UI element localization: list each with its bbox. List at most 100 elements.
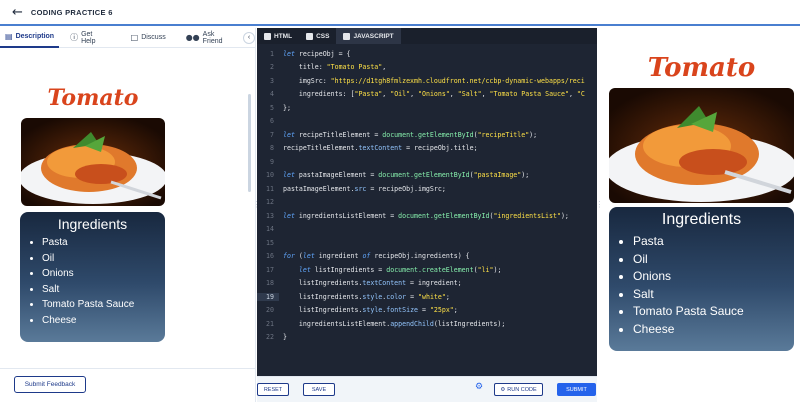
code-text[interactable]: let pastaImageElement = document.getElem… bbox=[279, 171, 529, 179]
code-line[interactable]: 11 pastaImageElement.src = recipeObj.imgS… bbox=[257, 182, 597, 196]
code-line[interactable]: 10 let pastaImageElement = document.getEl… bbox=[257, 169, 597, 183]
code-text[interactable]: listIngredients.style.color = "white"; bbox=[279, 293, 450, 301]
chat-icon: □ bbox=[130, 33, 139, 42]
recipe-title: Tomato Pasta bbox=[647, 53, 756, 115]
line-number: 21 bbox=[266, 319, 274, 328]
code-line[interactable]: 12 bbox=[257, 196, 597, 210]
tab-ask-friend[interactable]: ●● Ask Friend bbox=[181, 28, 241, 48]
code-text[interactable]: let recipeObj = { bbox=[279, 50, 351, 58]
line-number: 19 bbox=[257, 292, 279, 301]
code-line[interactable]: 13 let ingredientsListElement = document.… bbox=[257, 209, 597, 223]
collapse-left-panel-icon[interactable]: ‹ bbox=[243, 31, 256, 44]
code-line[interactable]: 5}; bbox=[257, 101, 597, 115]
code-line[interactable]: 7 let recipeTitleElement = document.getEl… bbox=[257, 128, 597, 142]
code-text[interactable]: } bbox=[279, 333, 287, 341]
preview-small: Tomato Pasta Ingredients Pasta Oil Onion… bbox=[20, 56, 166, 342]
code-line[interactable]: 18 listIngredients.textContent = ingredi… bbox=[257, 277, 597, 291]
list-item: Pasta bbox=[633, 233, 784, 251]
code-area[interactable]: 1 let recipeObj = {2 title: "Tomato Pasta… bbox=[257, 44, 597, 376]
line-number: 6 bbox=[270, 117, 274, 126]
line-number: 4 bbox=[270, 90, 274, 99]
tab-get-help[interactable]: ⓘ Get Help bbox=[65, 28, 114, 48]
code-line[interactable]: 8 recipeTitleElement.textContent = recipe… bbox=[257, 142, 597, 156]
code-text[interactable]: pastaImageElement.src = recipeObj.imgSrc… bbox=[279, 185, 446, 193]
code-line[interactable]: 4 ingredients: ["Pasta", "Oil", "Onions"… bbox=[257, 88, 597, 102]
code-text[interactable]: listIngredients.style.fontSize = "25px"; bbox=[279, 306, 458, 314]
save-button[interactable]: SAVE bbox=[303, 383, 335, 396]
code-line[interactable]: 15 bbox=[257, 236, 597, 250]
code-text[interactable]: recipeTitleElement.textContent = recipeO… bbox=[279, 144, 478, 152]
ingredients-heading: Ingredients bbox=[661, 211, 742, 228]
ingredients-card: Ingredients Pasta Oil Onions Salt Tomato… bbox=[20, 212, 165, 342]
code-editor[interactable]: HTML CSS JAVASCRIPT 1 let recipeObj = {2 … bbox=[257, 28, 597, 376]
submit-feedback-button[interactable]: Submit Feedback bbox=[14, 376, 86, 393]
code-line[interactable]: 16 for (let ingredient of recipeObj.ingre… bbox=[257, 250, 597, 264]
preview-large: Tomato Pasta Ingredients Pasta Oil Onion… bbox=[609, 52, 794, 351]
code-text[interactable]: title: "Tomato Pasta", bbox=[279, 63, 386, 71]
code-line[interactable]: 3 imgSrc: "https://d1tgh8fmlzexmh.cloudf… bbox=[257, 74, 597, 88]
code-line[interactable]: 22} bbox=[257, 331, 597, 345]
list-item: Cheese bbox=[42, 313, 157, 329]
code-line[interactable]: 14 bbox=[257, 223, 597, 237]
line-number: 7 bbox=[270, 130, 274, 139]
tab-label: Get Help bbox=[81, 30, 96, 45]
code-text[interactable]: ingredientsListElement.appendChild(listI… bbox=[279, 320, 505, 328]
line-number: 3 bbox=[270, 76, 274, 85]
tab-label: HTML bbox=[274, 32, 293, 40]
list-item: Oil bbox=[633, 251, 784, 269]
code-text[interactable]: }; bbox=[279, 104, 291, 112]
run-code-button[interactable]: ⚙ RUN CODE bbox=[494, 383, 543, 396]
tab-label: JAVASCRIPT bbox=[353, 32, 394, 40]
line-number: 8 bbox=[270, 144, 274, 153]
code-text[interactable]: let listIngredients = document.createEle… bbox=[279, 266, 502, 274]
tab-css[interactable]: CSS bbox=[299, 28, 336, 44]
code-line[interactable]: 2 title: "Tomato Pasta", bbox=[257, 61, 597, 75]
left-scrollbar[interactable] bbox=[248, 94, 251, 192]
line-number: 18 bbox=[266, 279, 274, 288]
recipe-title: Tomato Pasta bbox=[47, 85, 139, 143]
code-line[interactable]: 1 let recipeObj = { bbox=[257, 47, 597, 61]
tab-label: Description bbox=[15, 33, 55, 40]
help-circle-icon: ⓘ bbox=[70, 33, 79, 42]
submit-button[interactable]: SUBMIT bbox=[557, 383, 596, 396]
ingredients-list: Pasta Oil Onions Salt Tomato Pasta Sauce… bbox=[619, 233, 784, 338]
code-text[interactable]: listIngredients.textContent = ingredient… bbox=[279, 279, 462, 287]
line-number: 2 bbox=[270, 63, 274, 72]
code-line[interactable]: 20 listIngredients.style.fontSize = "25p… bbox=[257, 304, 597, 318]
line-number: 10 bbox=[266, 171, 274, 180]
gear-icon[interactable]: ⚙ bbox=[475, 382, 483, 392]
line-number: 11 bbox=[266, 184, 274, 193]
code-line[interactable]: 17 let listIngredients = document.create… bbox=[257, 263, 597, 277]
page-title: CODING PRACTICE 6 bbox=[30, 7, 113, 17]
top-bar: ← CODING PRACTICE 6 bbox=[0, 0, 800, 26]
editor-tabs: HTML CSS JAVASCRIPT bbox=[257, 28, 597, 44]
ingredients-heading: Ingredients bbox=[57, 216, 128, 232]
tab-label: CSS bbox=[316, 32, 330, 40]
run-code-label: RUN CODE bbox=[507, 386, 537, 393]
tab-discuss[interactable]: □ Discuss bbox=[126, 28, 171, 48]
list-item: Cheese bbox=[633, 321, 784, 339]
css3-icon bbox=[306, 32, 314, 40]
tab-description[interactable]: ▤ Description bbox=[0, 28, 60, 48]
code-line[interactable]: 21 ingredientsListElement.appendChild(li… bbox=[257, 317, 597, 331]
line-number: 13 bbox=[266, 211, 274, 220]
code-text[interactable]: let recipeTitleElement = document.getEle… bbox=[279, 131, 537, 139]
code-text[interactable]: imgSrc: "https://d1tgh8fmlzexmh.cloudfro… bbox=[279, 77, 585, 85]
tab-html[interactable]: HTML bbox=[257, 28, 299, 44]
line-number: 20 bbox=[266, 306, 274, 315]
pasta-image bbox=[609, 88, 794, 203]
code-text[interactable]: let ingredientsListElement = document.ge… bbox=[279, 212, 569, 220]
tab-javascript[interactable]: JAVASCRIPT bbox=[336, 28, 401, 44]
code-line[interactable]: 9 bbox=[257, 155, 597, 169]
ingredients-list: Pasta Oil Onions Salt Tomato Pasta Sauce… bbox=[28, 235, 157, 328]
line-number: 12 bbox=[266, 198, 274, 207]
code-line[interactable]: 19 listIngredients.style.color = "white"… bbox=[257, 290, 597, 304]
code-line[interactable]: 6 bbox=[257, 115, 597, 129]
list-item: Tomato Pasta Sauce bbox=[633, 303, 784, 321]
arrow-left-icon[interactable]: ← bbox=[12, 5, 23, 20]
list-item: Onions bbox=[633, 268, 784, 286]
reset-button[interactable]: RESET bbox=[257, 383, 289, 396]
code-text[interactable]: for (let ingredient of recipeObj.ingredi… bbox=[279, 252, 470, 260]
tab-label: Ask Friend bbox=[202, 30, 223, 45]
code-text[interactable]: ingredients: ["Pasta", "Oil", "Onions", … bbox=[279, 90, 585, 98]
